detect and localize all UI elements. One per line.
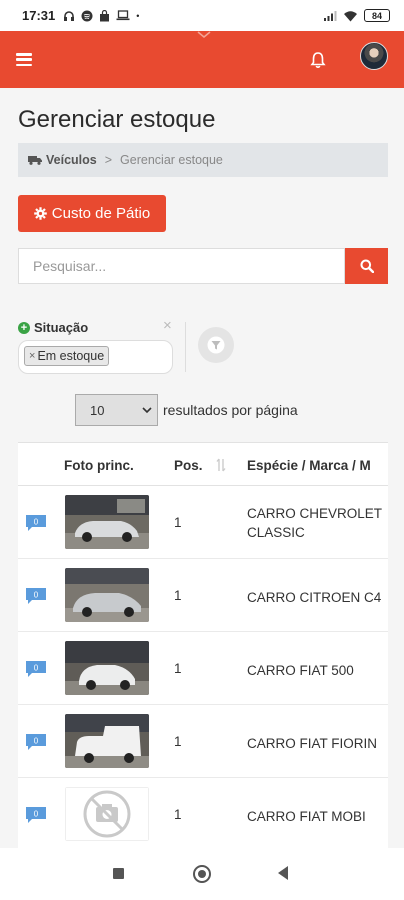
custo-de-patio-button[interactable]: Custo de Pátio xyxy=(18,195,166,232)
row-especie: CARRO CHEVROLET CLASSIC xyxy=(247,504,388,542)
table-row[interactable]: 0 1 CARRO FIAT MOBI xyxy=(18,778,388,848)
page-size-select[interactable]: 10 xyxy=(75,394,158,426)
filter-clear-icon[interactable]: × xyxy=(163,317,172,334)
comment-count-icon[interactable]: 0 xyxy=(26,661,46,677)
bell-icon[interactable] xyxy=(308,50,328,70)
comment-count: 0 xyxy=(34,810,39,819)
battery-icon: 84 xyxy=(364,9,390,22)
chevron-down-icon xyxy=(142,407,152,414)
search-input[interactable] xyxy=(18,248,345,284)
plus-circle-icon: + xyxy=(18,321,30,334)
filter-button[interactable] xyxy=(198,327,234,363)
page-title: Gerenciar estoque xyxy=(18,106,216,133)
filter-situacao-text: Situação xyxy=(34,320,89,335)
spotify-icon xyxy=(81,10,93,21)
header-especie[interactable]: Espécie / Marca / M xyxy=(247,458,371,473)
filter-chip: × Em estoque xyxy=(24,346,110,366)
breadcrumb-home-label: Veículos xyxy=(46,153,97,167)
row-especie-line1: CARRO CHEVROLET xyxy=(247,506,383,521)
row-especie: CARRO CITROEN C4 xyxy=(247,590,382,605)
menu-icon[interactable] xyxy=(16,53,32,66)
comment-count-icon[interactable]: 0 xyxy=(26,734,46,750)
row-especie-line2: CLASSIC xyxy=(247,525,305,540)
row-pos: 1 xyxy=(174,661,182,676)
filter-situacao-label: + Situação xyxy=(18,320,88,335)
back-button[interactable] xyxy=(278,866,288,880)
row-pos: 1 xyxy=(174,734,182,749)
breadcrumb-home[interactable]: Veículos xyxy=(28,153,97,167)
table-row[interactable]: 0 1 CARRO FIAT 500 xyxy=(18,632,388,705)
table-row[interactable]: 0 1 CARRO CITROEN C4 xyxy=(18,559,388,632)
app-bar xyxy=(0,31,404,88)
car-photo[interactable] xyxy=(65,568,149,622)
status-bar: 17:31 • 84 xyxy=(0,0,404,31)
chip-remove-icon[interactable]: × xyxy=(29,350,35,362)
wifi-icon xyxy=(344,10,357,21)
search-icon xyxy=(360,259,374,273)
dot-icon: • xyxy=(136,10,140,21)
row-especie: CARRO FIAT FIORIN xyxy=(247,736,378,751)
page-size-value: 10 xyxy=(90,402,105,418)
row-especie: CARRO FIAT 500 xyxy=(247,663,354,678)
laptop-icon xyxy=(116,10,130,21)
headphones-icon xyxy=(64,10,75,21)
bag-icon xyxy=(100,9,110,21)
row-pos: 1 xyxy=(174,588,182,603)
row-especie: CARRO FIAT MOBI xyxy=(247,809,366,824)
stock-table: Foto princ. Pos. Espécie / Marca / M 0 1… xyxy=(18,442,388,848)
header-foto[interactable]: Foto princ. xyxy=(64,458,134,473)
pull-tab-icon[interactable] xyxy=(197,31,211,39)
breadcrumb: Veículos > Gerenciar estoque xyxy=(18,143,388,177)
comment-count: 0 xyxy=(34,737,39,746)
comment-count-icon[interactable]: 0 xyxy=(26,515,46,531)
funnel-icon xyxy=(207,336,225,354)
search-button[interactable] xyxy=(345,248,388,284)
filter-situacao-select[interactable]: × Em estoque xyxy=(18,340,173,374)
home-button[interactable] xyxy=(193,865,211,883)
notification-icons: • xyxy=(63,9,140,22)
avatar[interactable] xyxy=(360,42,388,70)
car-photo[interactable] xyxy=(65,495,149,549)
filter-divider xyxy=(185,322,186,372)
recents-button[interactable] xyxy=(113,868,124,879)
row-pos: 1 xyxy=(174,515,182,530)
gear-icon xyxy=(33,207,47,220)
header-pos[interactable]: Pos. xyxy=(174,458,203,473)
comment-count: 0 xyxy=(34,591,39,600)
sort-icon[interactable] xyxy=(216,457,226,473)
row-pos: 1 xyxy=(174,807,182,822)
table-header: Foto princ. Pos. Espécie / Marca / M xyxy=(18,442,388,486)
custo-de-patio-label: Custo de Pátio xyxy=(51,205,151,222)
table-row[interactable]: 0 1 CARRO FIAT FIORIN xyxy=(18,705,388,778)
comment-count: 0 xyxy=(34,664,39,673)
comment-count-icon[interactable]: 0 xyxy=(26,807,46,823)
truck-icon xyxy=(28,156,42,165)
breadcrumb-current: Gerenciar estoque xyxy=(120,153,223,167)
comment-count: 0 xyxy=(34,518,39,527)
car-photo[interactable] xyxy=(65,714,149,768)
car-photo[interactable] xyxy=(65,641,149,695)
signal-icon xyxy=(324,10,337,21)
system-nav-bar xyxy=(0,848,404,900)
breadcrumb-separator: > xyxy=(104,153,113,167)
page-size-label: resultados por página xyxy=(163,402,298,418)
no-photo-icon[interactable] xyxy=(65,787,149,841)
filter-chip-label: Em estoque xyxy=(37,349,105,363)
status-time: 17:31 xyxy=(22,8,56,23)
comment-count-icon[interactable]: 0 xyxy=(26,588,46,604)
table-row[interactable]: 0 1 CARRO CHEVROLET CLASSIC xyxy=(18,486,388,559)
